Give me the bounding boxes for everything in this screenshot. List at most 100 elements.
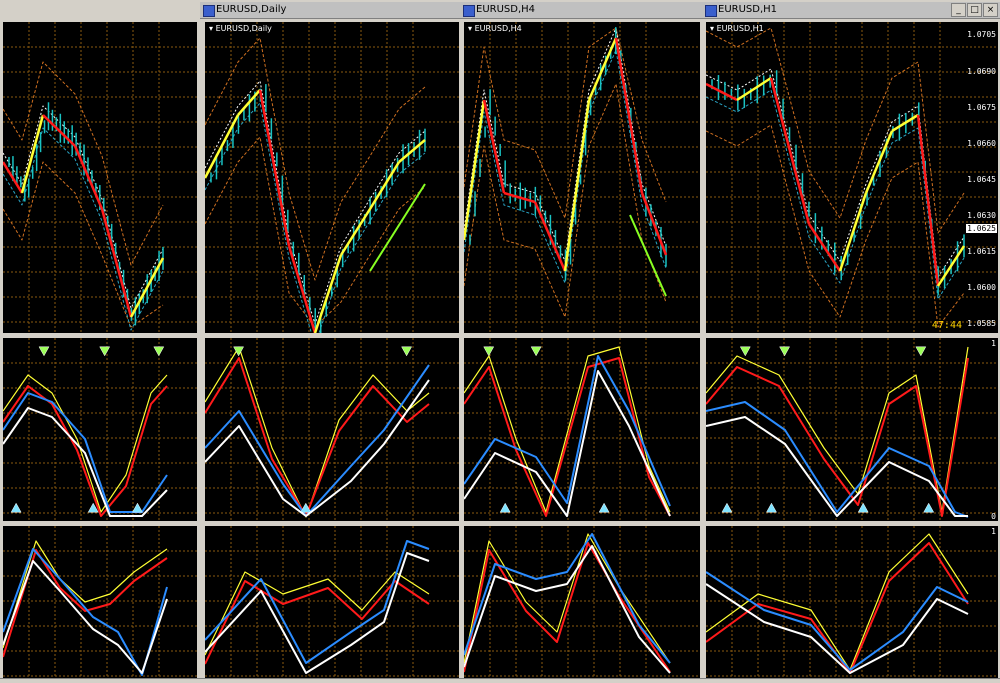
trend-line-segment [313, 254, 343, 333]
arrow-down-icon [530, 346, 542, 357]
chart-window-icon [705, 5, 717, 17]
symbol-label: ▾ EURUSD,H1 [710, 24, 764, 33]
symbol-label: ▾ EURUSD,Daily [209, 24, 272, 33]
arrow-down-icon [779, 346, 791, 357]
price-pane-daily[interactable]: ▾ EURUSD,Daily [205, 22, 459, 333]
arrow-up-icon [132, 502, 143, 513]
oscillator-blue-line [464, 355, 671, 507]
price-tick: 1.0585 [967, 319, 996, 328]
price-tick: 1.0645 [967, 175, 996, 184]
window-titlebar[interactable]: EURUSD,H1 _ □ × [702, 2, 1000, 19]
symbol-label: ▾ EURUSD,H4 [468, 24, 522, 33]
arrow-down-icon [915, 346, 927, 357]
oscillator-red-line [205, 580, 430, 665]
trend-line-segment [533, 201, 567, 272]
trend-line-segment [563, 99, 591, 272]
arrow-up-icon [923, 502, 935, 513]
oscillator-pane-daily[interactable] [205, 338, 459, 521]
oscillator-fast-line [706, 533, 969, 671]
price-pane-h1[interactable]: ▾ EURUSD,H1 1.0705 1.0690 1.0675 1.0660 … [706, 22, 998, 333]
price-tick: 1.0690 [967, 67, 996, 76]
oscillator2-pane-1[interactable] [3, 526, 197, 678]
oscillator-fast-line [3, 540, 168, 649]
status-bar [0, 678, 1000, 683]
chart-window-1[interactable] [0, 0, 200, 683]
oscillator2-pane-h1[interactable]: 1 [706, 526, 998, 678]
oscillator-red-line [706, 357, 969, 517]
price-pane-h4[interactable]: ▾ EURUSD,H4 [464, 22, 700, 333]
price-pane-1[interactable] [3, 22, 197, 333]
oscillator2-pane-daily[interactable] [205, 526, 459, 678]
arrow-up-icon [766, 502, 777, 513]
oscillator-blue-line [706, 401, 969, 518]
osc-axis-top: 1 [991, 339, 996, 348]
window-title: EURUSD,H4 [476, 4, 536, 15]
oscillator-red-line [3, 385, 168, 517]
minimize-icon[interactable]: _ [951, 3, 966, 17]
oscillator-pane-1[interactable] [3, 338, 197, 521]
arrow-down-icon [99, 346, 111, 357]
arrow-down-icon [38, 346, 50, 357]
current-price-label: 1.0625 [966, 224, 997, 233]
trend-line-segment [916, 114, 940, 287]
oscillator-pane-h1[interactable]: 1 0 [706, 338, 998, 521]
moving-average-line [464, 49, 667, 284]
osc2-axis-top: 1 [991, 527, 996, 536]
oscillator2-pane-h4[interactable] [464, 526, 700, 678]
oscillator-fast-line [205, 571, 430, 656]
moving-average-line [205, 102, 426, 333]
arrow-down-icon [483, 346, 495, 357]
chart-window-daily[interactable]: EURUSD,Daily ▾ EURUSD,Daily [200, 0, 460, 683]
trend-line-segment [287, 245, 317, 333]
upper-band-line [205, 37, 426, 281]
arrow-up-icon [10, 502, 22, 513]
oscillator-blue-line [706, 571, 969, 671]
oscillator-red-line [464, 357, 671, 517]
oscillator-fast-line [3, 374, 168, 513]
oscillator-pane-h4[interactable] [464, 338, 700, 521]
oscillator-white-line [3, 560, 168, 674]
maximize-icon[interactable]: □ [967, 3, 982, 17]
upper-band-line [706, 27, 965, 234]
arrow-up-icon [721, 502, 733, 513]
trend-line-segment [100, 208, 133, 318]
window-title: EURUSD,Daily [216, 4, 287, 15]
arrow-down-icon [233, 346, 245, 357]
arrow-up-icon [499, 502, 511, 513]
window-title: EURUSD,H1 [718, 4, 778, 15]
chart-window-icon [203, 5, 215, 17]
oscillator-white-line [205, 379, 430, 517]
chart-window-icon [463, 5, 475, 17]
price-tick: 1.0705 [967, 30, 996, 39]
arrow-down-icon [739, 346, 751, 357]
price-tick: 1.0660 [967, 139, 996, 148]
oscillator-red-line [464, 542, 671, 673]
trend-line-segment [73, 145, 104, 210]
chart-window-h1[interactable]: EURUSD,H1 _ □ × ▾ EURUSD,H1 1.0705 1.069… [702, 0, 1000, 683]
osc-axis-bottom: 0 [991, 512, 996, 521]
trend-line-segment [339, 208, 372, 256]
window-titlebar[interactable]: EURUSD,Daily [200, 2, 460, 19]
price-tick: 1.0675 [967, 103, 996, 112]
price-tick: 1.0615 [967, 247, 996, 256]
oscillator-fast-line [464, 533, 671, 664]
bar-timer: 47:44 [931, 320, 962, 331]
arrow-up-icon [857, 502, 869, 513]
trend-line-segment [936, 245, 966, 287]
upper-band-line [464, 27, 667, 219]
arrow-up-icon [598, 502, 610, 513]
oscillator-blue-line [205, 540, 430, 664]
close-icon[interactable]: × [983, 3, 998, 17]
trend-line-segment [368, 161, 401, 210]
oscillator-fast-line [205, 346, 430, 518]
price-tick: 1.0630 [967, 211, 996, 220]
price-tick: 1.0600 [967, 283, 996, 292]
arrow-down-icon [153, 346, 165, 357]
oscillator-red-line [205, 357, 430, 517]
window-buttons: _ □ × [951, 3, 998, 17]
window-titlebar[interactable]: EURUSD,H4 [460, 2, 702, 19]
arrow-down-icon [401, 346, 413, 357]
chart-window-h4[interactable]: EURUSD,H4 ▾ EURUSD,H4 [460, 0, 702, 683]
signal-line [3, 105, 164, 309]
oscillator-fast-line [464, 346, 671, 513]
